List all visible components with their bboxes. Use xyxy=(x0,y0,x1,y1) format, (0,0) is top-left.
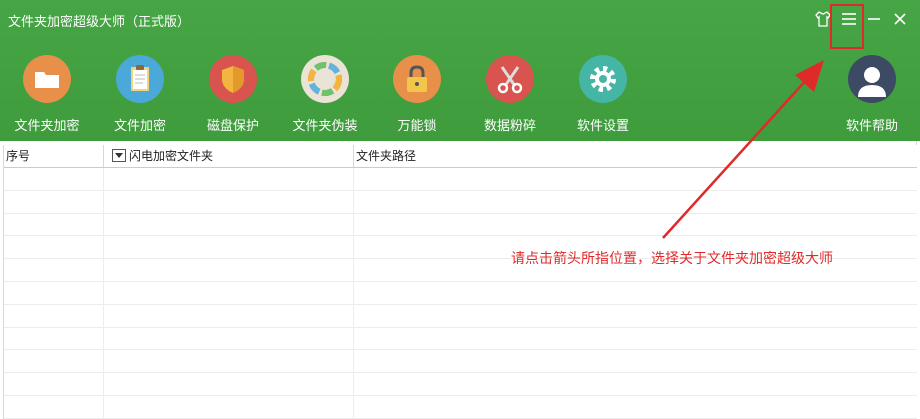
table-row[interactable] xyxy=(4,190,917,214)
lock-icon xyxy=(393,55,441,103)
table-row[interactable] xyxy=(4,350,917,374)
user-icon xyxy=(848,55,896,103)
tool-help[interactable]: 软件帮助 xyxy=(832,55,912,135)
table-body xyxy=(4,168,917,419)
column-label: 闪电加密文件夹 xyxy=(129,149,214,163)
minimize-icon[interactable] xyxy=(863,8,885,30)
tool-folder-encrypt[interactable]: 文件夹加密 xyxy=(7,55,87,135)
table-row[interactable] xyxy=(4,281,917,305)
table-header: 序号 闪电加密文件夹 文件夹路径 xyxy=(4,145,917,168)
tool-data-shred[interactable]: 数据粉碎 xyxy=(470,55,550,135)
table-row[interactable] xyxy=(4,395,917,419)
annotation-text: 请点击箭头所指位置，选择关于文件夹加密超级大师 xyxy=(511,251,833,267)
table-row[interactable] xyxy=(4,304,917,328)
scissors-icon xyxy=(486,55,534,103)
table-row[interactable] xyxy=(4,168,917,191)
tool-label: 软件设置 xyxy=(576,119,629,134)
table-row[interactable] xyxy=(4,373,917,396)
table-row[interactable] xyxy=(4,327,917,351)
app-header: 文件夹加密超级大师（正式版） 文件夹加密 文件加密 磁盘保护 文件夹伪装 万能锁… xyxy=(0,0,920,141)
window-title: 文件夹加密超级大师（正式版） xyxy=(8,15,191,30)
dropdown-arrow-icon[interactable] xyxy=(112,149,126,162)
tool-label: 磁盘保护 xyxy=(206,119,259,134)
gear-icon xyxy=(579,55,627,103)
tool-folder-disguise[interactable]: 文件夹伪装 xyxy=(285,55,365,135)
folder-table: 序号 闪电加密文件夹 文件夹路径 xyxy=(3,145,917,419)
table-row[interactable] xyxy=(4,213,917,237)
tool-label: 软件帮助 xyxy=(845,119,898,134)
clipboard-icon xyxy=(116,55,164,103)
menu-highlight-box xyxy=(830,4,864,49)
tool-universal-lock[interactable]: 万能锁 xyxy=(377,55,457,135)
tool-file-encrypt[interactable]: 文件加密 xyxy=(100,55,180,135)
column-flash-encrypt-folder[interactable]: 闪电加密文件夹 xyxy=(103,145,352,167)
tool-label: 文件加密 xyxy=(113,119,166,134)
tool-settings[interactable]: 软件设置 xyxy=(563,55,643,135)
color-wheel-icon xyxy=(301,55,349,103)
tool-disk-protect[interactable]: 磁盘保护 xyxy=(193,55,273,135)
tool-label: 文件夹加密 xyxy=(14,119,80,134)
column-folder-path[interactable]: 文件夹路径 xyxy=(353,145,916,167)
close-icon[interactable] xyxy=(889,8,911,30)
folder-icon xyxy=(23,55,71,103)
tool-label: 数据粉碎 xyxy=(483,119,536,134)
tool-label: 文件夹伪装 xyxy=(292,119,358,134)
tool-label: 万能锁 xyxy=(397,119,437,134)
column-index[interactable]: 序号 xyxy=(4,145,102,167)
shield-icon xyxy=(209,55,257,103)
